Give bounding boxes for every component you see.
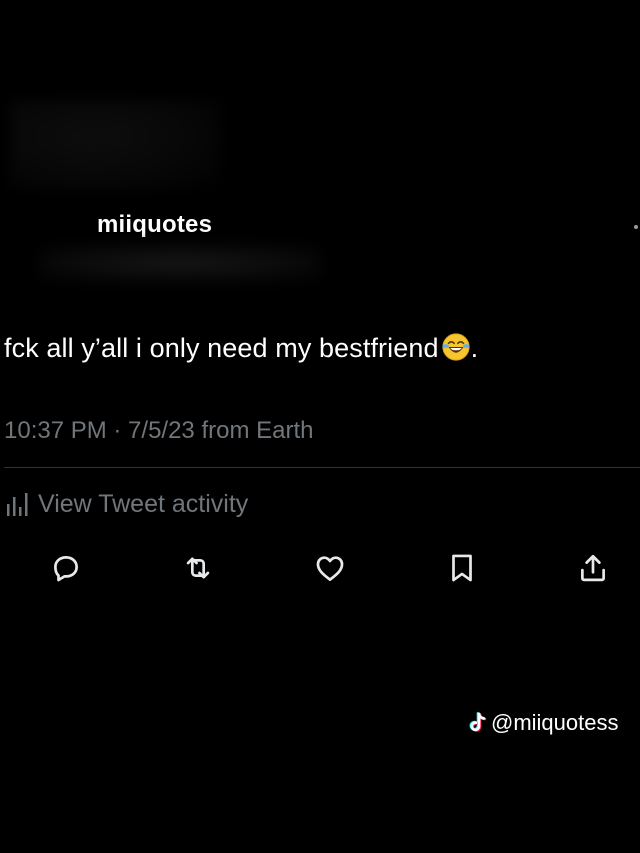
reply-icon (54, 556, 78, 582)
tiktok-watermark: @miiquotess (468, 710, 619, 736)
tweet-text-suffix: . (470, 333, 479, 363)
watermark-handle: @miiquotess (491, 710, 619, 735)
blurred-handle-area (40, 245, 320, 281)
tweet-body: fck all y’all i only need my bestfriend (4, 333, 439, 363)
username[interactable]: miiquotes (97, 211, 212, 239)
like-button[interactable] (312, 550, 348, 586)
reply-button[interactable] (48, 550, 84, 586)
view-tweet-activity-link[interactable]: View Tweet activity (6, 488, 248, 520)
bookmark-icon (452, 554, 472, 582)
laughing-tears-emoji-icon (442, 333, 470, 361)
tweet-timestamp[interactable]: 10:37 PM · 7/5/23 from Earth (4, 417, 313, 445)
tweet-text: fck all y’all i only need my bestfriend … (4, 332, 478, 364)
blurred-profile-area (10, 100, 220, 190)
divider (4, 467, 640, 468)
retweet-button[interactable] (180, 550, 216, 586)
share-button[interactable] (575, 550, 611, 586)
heart-icon (316, 556, 344, 581)
view-tweet-activity-label: View Tweet activity (38, 489, 249, 518)
tiktok-icon (469, 712, 487, 732)
bookmark-button[interactable] (444, 550, 480, 586)
retweet-icon (186, 557, 210, 579)
more-options-dot-icon[interactable] (634, 225, 638, 229)
share-icon (581, 554, 605, 582)
analytics-bar-icon (7, 493, 28, 516)
